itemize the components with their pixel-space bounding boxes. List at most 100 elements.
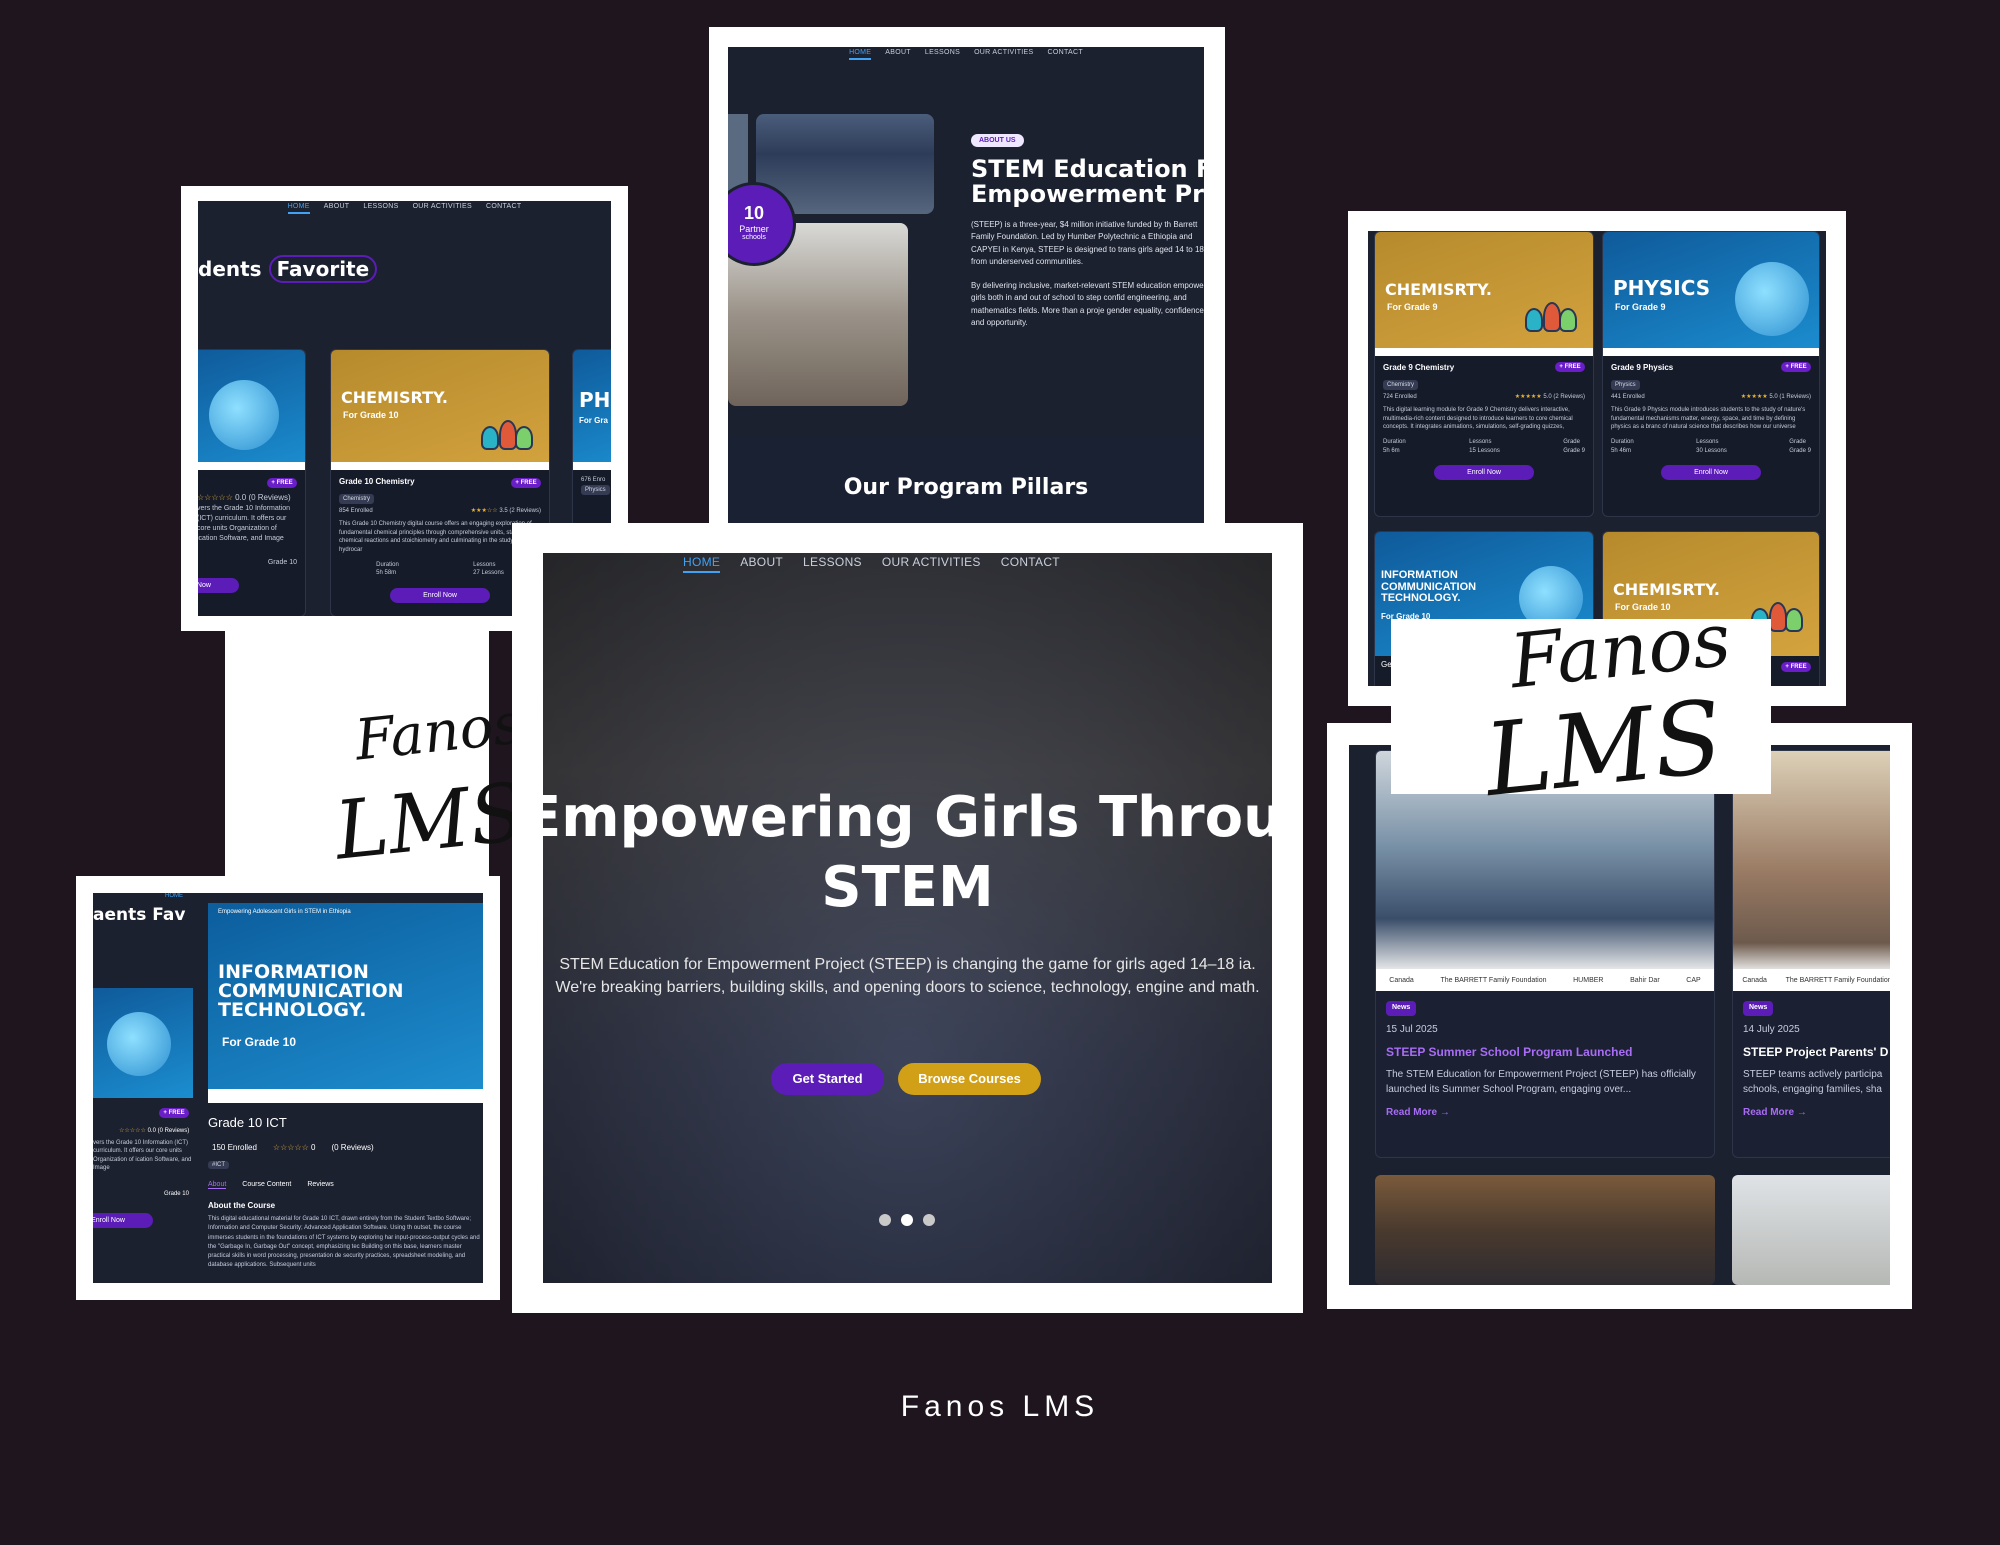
tab-course-content[interactable]: Course Content bbox=[242, 1181, 291, 1189]
nav-lessons[interactable]: LESSONS bbox=[925, 47, 960, 60]
enroll-button[interactable]: Enroll Now bbox=[1661, 465, 1761, 481]
top-nav: HOME ABOUT LESSONS OUR ACTIVITIES CONTAC… bbox=[198, 201, 611, 214]
course-meta: 150 Enrolled ☆☆☆☆☆ 0 (0 Reviews) bbox=[212, 1143, 374, 1152]
enroll-button[interactable]: Enroll Now bbox=[93, 1213, 153, 1228]
stars-icon: ★★★★★ bbox=[1740, 394, 1768, 401]
detail-panel: Empowering Adolescent Girls in STEM in E… bbox=[208, 903, 483, 1283]
top-nav: HOME ABOUT LESSONS OUR ACTIVITIES CONTAC… bbox=[543, 553, 1272, 573]
nav-contact[interactable]: CONTACT bbox=[486, 201, 521, 214]
course-thumbnail bbox=[93, 988, 193, 1098]
duration-label: Duration bbox=[1611, 439, 1634, 446]
stars-icon: ☆☆☆☆☆ bbox=[198, 493, 233, 502]
enroll-button[interactable]: Enroll Now bbox=[198, 578, 239, 594]
nav-lessons[interactable]: LESSONS bbox=[803, 553, 862, 573]
computer-illustration-icon bbox=[107, 1012, 171, 1076]
favorites-heading: dents Favorite bbox=[198, 255, 378, 283]
free-badge: + FREE bbox=[1781, 362, 1811, 372]
duration-label: Duration bbox=[1383, 439, 1406, 446]
course-meta: 441 Enrolled ★★★★★ 5.0 (1 Reviews) bbox=[1611, 393, 1811, 402]
enroll-button[interactable]: Enroll Now bbox=[390, 588, 490, 604]
nav-lessons[interactable]: LESSONS bbox=[363, 201, 398, 214]
lessons-value: 27 Lessons bbox=[473, 570, 504, 577]
enroll-button[interactable]: Enroll Now bbox=[1434, 465, 1534, 481]
course-info: 676 Enro Physics bbox=[573, 470, 611, 504]
hero-screenshot-frame: HOME ABOUT LESSONS OUR ACTIVITIES CONTAC… bbox=[512, 523, 1303, 1313]
course-card-ict-partial[interactable]: + FREE ☆☆☆☆☆ 0.0 (0 Reviews) vers the Gr… bbox=[198, 349, 306, 616]
tab-reviews[interactable]: Reviews bbox=[307, 1181, 333, 1189]
news-photo-4 bbox=[1732, 1175, 1890, 1285]
course-description: This digital learning module for Grade 9… bbox=[1383, 406, 1573, 431]
carousel-dot-1[interactable] bbox=[879, 1214, 891, 1226]
nav-activities[interactable]: OUR ACTIVITIES bbox=[413, 201, 472, 214]
partner-logos-strip bbox=[573, 462, 611, 470]
news-title[interactable]: STEEP Project Parents' D bbox=[1743, 1043, 1890, 1061]
nav-contact[interactable]: CONTACT bbox=[1001, 553, 1060, 573]
logo-canada: Canada bbox=[1742, 976, 1767, 984]
ict-banner: Empowering Adolescent Girls in STEM in E… bbox=[208, 903, 483, 1103]
stars-icon: ☆☆☆☆☆ bbox=[119, 1128, 146, 1134]
nav-home-mini[interactable]: HOME bbox=[165, 893, 183, 899]
grade-label: Grade bbox=[1563, 439, 1580, 446]
hero-title: Empowering Girls Through STEM bbox=[543, 783, 1272, 923]
thumbnail-title: INFORMATION COMMUNICATION TECHNOLOGY. bbox=[1381, 569, 1477, 605]
tab-about[interactable]: About bbox=[208, 1181, 227, 1189]
course-meta: 724 Enrolled ★★★★★ 5.0 (2 Reviews) bbox=[1383, 393, 1585, 402]
logo-barrett: The BARRETT Family Foundation bbox=[1785, 976, 1890, 984]
news-screen: Canada The BARRETT Family Foundation HUM… bbox=[1349, 745, 1890, 1285]
thumbnail-title: CHEMISRTY. bbox=[1385, 280, 1492, 299]
course-tag: Physics bbox=[581, 484, 610, 496]
lessons-value: 15 Lessons bbox=[1469, 447, 1500, 454]
thumbnail-grade: For Grade 10 bbox=[343, 410, 399, 420]
banner-tagline: Empowering Adolescent Girls in STEM in E… bbox=[218, 909, 351, 915]
carousel-dot-2[interactable] bbox=[901, 1214, 913, 1226]
nav-about[interactable]: ABOUT bbox=[740, 553, 783, 573]
news-title[interactable]: STEEP Summer School Program Launched bbox=[1386, 1043, 1704, 1061]
logo-barrett: The BARRETT Family Foundation bbox=[1440, 976, 1547, 984]
grade-value: Grade 10 bbox=[267, 559, 297, 567]
hero-subtitle: STEM Education for Empowerment Project (… bbox=[555, 956, 1260, 997]
course-tag: Physics bbox=[1611, 379, 1640, 391]
partner-logos-strip bbox=[1375, 348, 1593, 356]
nav-about[interactable]: ABOUT bbox=[324, 201, 350, 214]
news-body: News 14 July 2025 STEEP Project Parents'… bbox=[1733, 991, 1890, 1128]
banner-logos-strip bbox=[208, 1089, 483, 1103]
stars-icon: ★★★★★ bbox=[1514, 394, 1542, 401]
thumbnail-title: PH bbox=[579, 388, 611, 412]
course-card-chemistry-9[interactable]: CHEMISRTY. For Grade 9 + FREE Grade 9 Ch… bbox=[1374, 231, 1594, 517]
news-card-2[interactable]: Canada The BARRETT Family Foundation New… bbox=[1732, 750, 1890, 1158]
enrolled-count: 441 Enrolled bbox=[1611, 394, 1645, 401]
course-tag: #ICT bbox=[208, 1161, 230, 1169]
nav-home[interactable]: HOME bbox=[683, 553, 721, 573]
carousel-dot-3[interactable] bbox=[923, 1214, 935, 1226]
grade-value: Grade 9 bbox=[1563, 447, 1585, 454]
nav-home[interactable]: HOME bbox=[849, 47, 872, 60]
course-stats: Duration 5h 6m Lessons 15 Lessons Grade Gra… bbox=[1383, 438, 1585, 455]
nav-about[interactable]: ABOUT bbox=[885, 47, 911, 60]
partner-logos: Canada The BARRETT Family Foundation bbox=[1733, 969, 1890, 991]
read-more-link[interactable]: Read More → bbox=[1743, 1105, 1890, 1120]
flask-illustration-icon bbox=[1525, 272, 1577, 332]
reviews-count: (0 Reviews) bbox=[331, 1143, 374, 1152]
course-rating: ☆☆☆☆☆ 0.0 (0 Reviews) bbox=[198, 493, 291, 502]
course-thumbnail: PHYSICS For Grade 9 bbox=[1603, 232, 1819, 356]
flask-illustration-icon bbox=[481, 390, 533, 450]
nav-home[interactable]: HOME bbox=[287, 201, 310, 214]
nav-contact[interactable]: CONTACT bbox=[1048, 47, 1083, 60]
signature-right-lms: LMS bbox=[1479, 677, 1728, 820]
logo-canada: Canada bbox=[1389, 976, 1414, 984]
course-card-physics-9[interactable]: PHYSICS For Grade 9 + FREE Grade 9 Physi… bbox=[1602, 231, 1820, 517]
free-badge: + FREE bbox=[1555, 362, 1585, 372]
nav-activities[interactable]: OUR ACTIVITIES bbox=[882, 553, 981, 573]
stars-icon: ☆☆☆☆☆ bbox=[272, 1143, 309, 1152]
about-screenshot-frame: HOME ABOUT LESSONS OUR ACTIVITIES CONTAC… bbox=[709, 27, 1225, 527]
top-nav: HOME ABOUT LESSONS OUR ACTIVITIES CONTAC… bbox=[728, 47, 1204, 60]
thumbnail-title: CHEMISRTY. bbox=[341, 388, 448, 407]
course-thumbnail: CHEMISRTY. For Grade 10 bbox=[331, 350, 549, 470]
course-rating: ★★★★★ 5.0 (2 Reviews) bbox=[1514, 394, 1585, 401]
news-excerpt: STEEP teams actively participa schools, … bbox=[1743, 1068, 1883, 1095]
get-started-button[interactable]: Get Started bbox=[771, 1063, 884, 1095]
nav-activities[interactable]: OUR ACTIVITIES bbox=[974, 47, 1033, 60]
browse-courses-button[interactable]: Browse Courses bbox=[898, 1063, 1041, 1095]
enrolled-count: 676 Enro bbox=[581, 477, 606, 483]
read-more-link[interactable]: Read More → bbox=[1386, 1105, 1704, 1120]
